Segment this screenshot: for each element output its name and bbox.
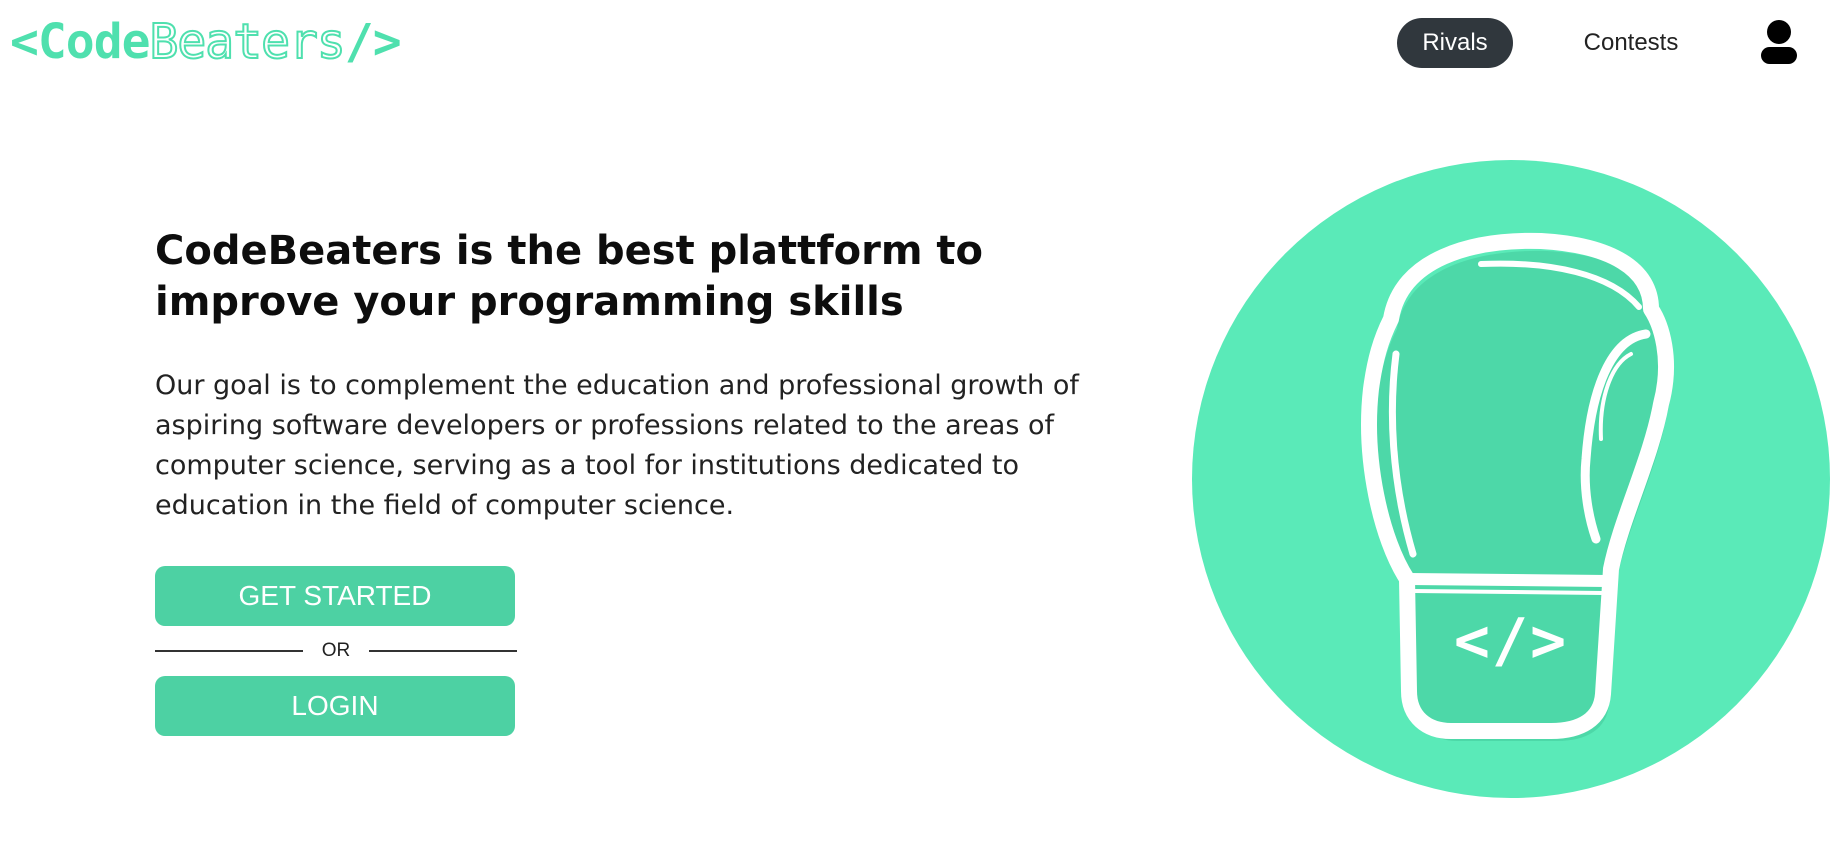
- hero-title-line: improve your programming skills: [155, 279, 904, 325]
- boxing-glove-illustration: </>: [1191, 159, 1831, 799]
- nav-rivals[interactable]: Rivals: [1397, 18, 1513, 68]
- or-divider: OR: [155, 638, 517, 664]
- login-button[interactable]: LOGIN: [155, 676, 515, 736]
- logo-bracket-open: <: [10, 14, 39, 70]
- glove-code-symbol: </>: [1453, 606, 1569, 676]
- hero-description-line: aspiring software developers or professi…: [155, 410, 1055, 441]
- hero-description-line: computer science, serving as a tool for …: [155, 450, 1020, 481]
- logo-beaters: Beaters: [148, 13, 346, 71]
- hero-title-line: CodeBeaters is the best plattform to: [155, 228, 984, 274]
- hero-description-line: education in the field of computer scien…: [155, 490, 735, 521]
- or-label: OR: [321, 640, 351, 661]
- logo[interactable]: < Code Beaters />: [10, 12, 402, 72]
- user-icon-svg: [1761, 20, 1797, 64]
- hero-description: Our goal is to complement the education …: [155, 366, 1115, 526]
- get-started-button[interactable]: GET STARTED: [155, 566, 515, 626]
- logo-code: Code: [37, 14, 151, 70]
- user-icon[interactable]: [1758, 18, 1800, 66]
- hero-description-line: Our goal is to complement the education …: [155, 370, 1079, 401]
- boxing-glove-icon: [1192, 160, 1830, 798]
- divider-line-right: [369, 650, 517, 652]
- logo-bracket-close: />: [344, 14, 402, 70]
- hero-title: CodeBeaters is the best plattform to imp…: [155, 226, 1085, 328]
- navbar: < Code Beaters /> Rivals Contests: [0, 0, 1847, 86]
- nav-contests[interactable]: Contests: [1566, 18, 1696, 68]
- divider-line-left: [155, 650, 303, 652]
